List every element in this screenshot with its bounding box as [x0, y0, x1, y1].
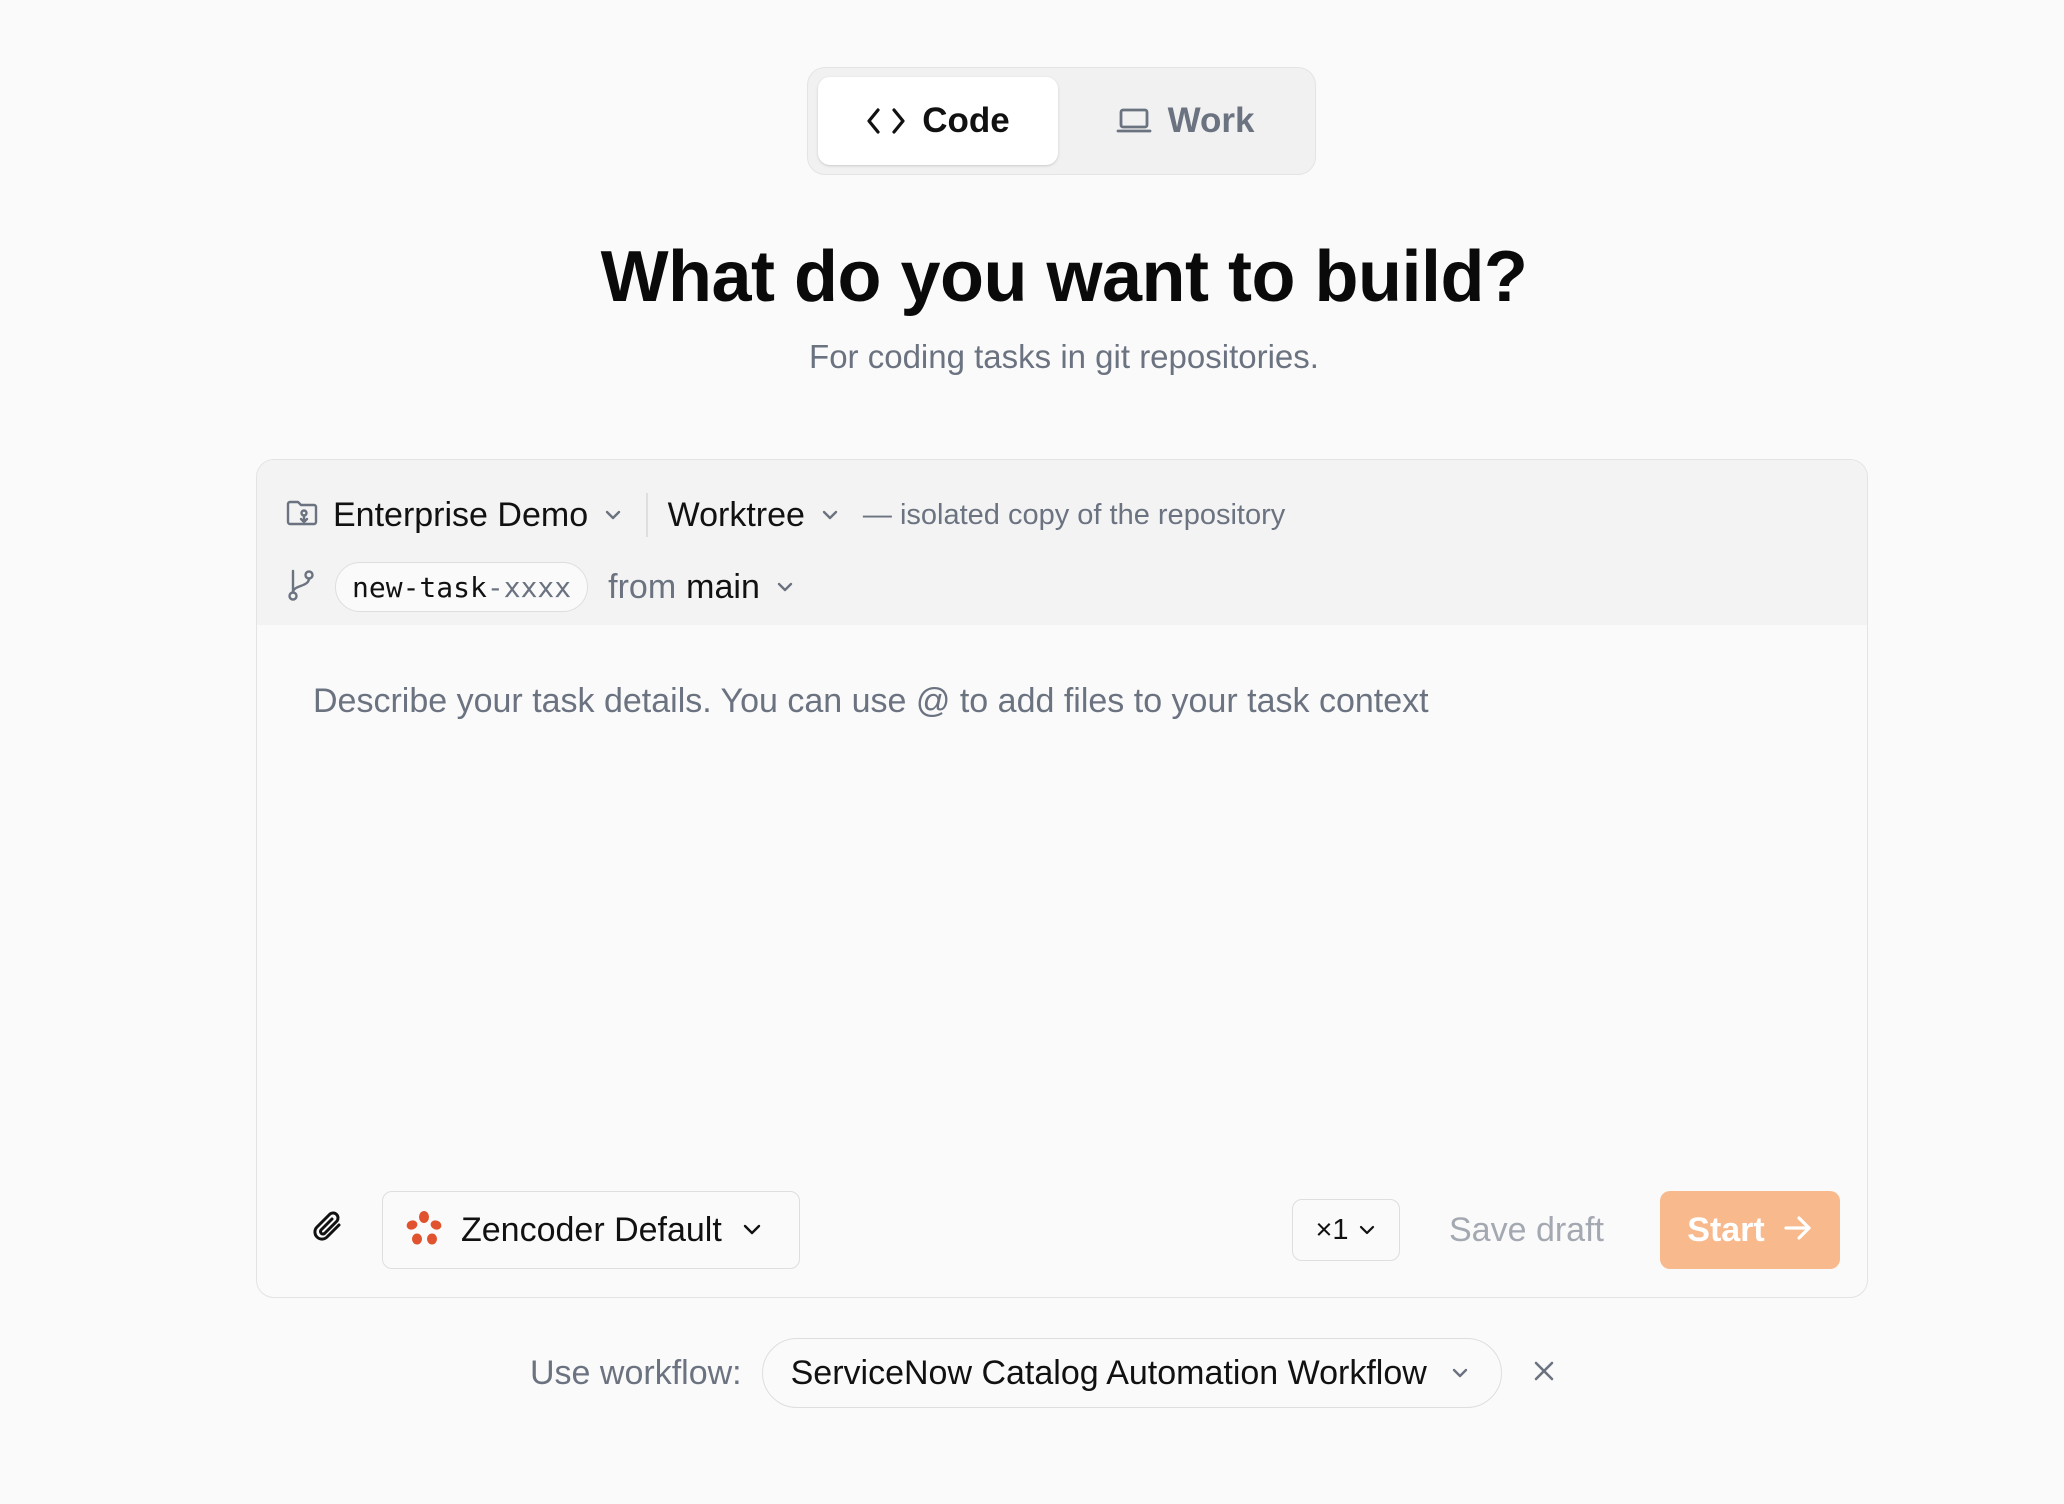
chevron-down-icon	[602, 508, 624, 522]
branch-name-suffix: -xxxx	[486, 570, 572, 604]
clear-workflow-button[interactable]	[1524, 1353, 1564, 1393]
chevron-down-icon	[1357, 1224, 1377, 1236]
attach-file-button[interactable]	[303, 1204, 355, 1256]
branch-row: new-task -xxxx from main	[285, 556, 796, 618]
repo-folder-icon	[285, 498, 319, 533]
save-draft-button[interactable]: Save draft	[1449, 1206, 1604, 1254]
run-count-selector[interactable]: ×1	[1292, 1199, 1400, 1261]
workflow-selector[interactable]: ServiceNow Catalog Automation Workflow	[761, 1338, 1502, 1408]
chevron-down-icon	[740, 1222, 764, 1238]
checkout-mode-selector[interactable]: Worktree	[668, 496, 841, 535]
mode-tabs: Code Work	[807, 67, 1316, 175]
workflow-name: ServiceNow Catalog Automation Workflow	[790, 1353, 1427, 1392]
tab-work[interactable]: Work	[1066, 77, 1304, 165]
chevron-down-icon	[774, 580, 796, 594]
workflow-row: Use workflow: ServiceNow Catalog Automat…	[530, 1337, 1564, 1409]
repo-mode-row: Enterprise Demo Worktree — isolated copy…	[285, 484, 1285, 546]
base-branch-selector[interactable]: from main	[608, 568, 796, 607]
tab-code[interactable]: Code	[818, 77, 1058, 165]
task-description-input[interactable]	[313, 682, 1813, 1082]
zencoder-logo-icon	[405, 1210, 443, 1251]
workflow-label: Use workflow:	[530, 1353, 742, 1392]
code-brackets-icon	[866, 106, 906, 136]
start-button[interactable]: Start	[1660, 1191, 1840, 1269]
checkout-mode-description: — isolated copy of the repository	[862, 498, 1286, 531]
chevron-down-icon	[819, 508, 841, 522]
close-icon	[1531, 1358, 1557, 1389]
branch-name-prefix: new-task	[352, 570, 487, 604]
chevron-down-icon	[1449, 1366, 1471, 1380]
task-composer: Enterprise Demo Worktree — isolated copy…	[256, 459, 1868, 1298]
start-button-label: Start	[1687, 1210, 1765, 1249]
from-label: from	[608, 567, 677, 606]
branch-name-input[interactable]: new-task -xxxx	[335, 562, 589, 612]
divider	[646, 493, 648, 537]
tab-code-label: Code	[922, 101, 1010, 140]
laptop-icon	[1116, 106, 1152, 136]
agent-name: Zencoder Default	[461, 1210, 722, 1249]
checkout-mode-label: Worktree	[667, 495, 805, 534]
base-branch-name: main	[686, 567, 760, 606]
composer-header: Enterprise Demo Worktree — isolated copy…	[257, 460, 1867, 625]
composer-footer: Zencoder Default ×1 Save draft Start	[257, 1190, 1867, 1270]
repo-selector[interactable]: Enterprise Demo	[285, 496, 624, 535]
paperclip-icon	[309, 1208, 349, 1253]
git-branch-icon	[285, 568, 317, 607]
tab-work-label: Work	[1167, 101, 1255, 140]
agent-selector[interactable]: Zencoder Default	[382, 1191, 800, 1269]
repo-name: Enterprise Demo	[333, 495, 589, 534]
run-count-value: ×1	[1315, 1213, 1349, 1246]
page-subtitle: For coding tasks in git repositories.	[809, 338, 1319, 375]
arrow-right-icon	[1783, 1211, 1813, 1250]
page-title: What do you want to build?	[600, 237, 1528, 317]
